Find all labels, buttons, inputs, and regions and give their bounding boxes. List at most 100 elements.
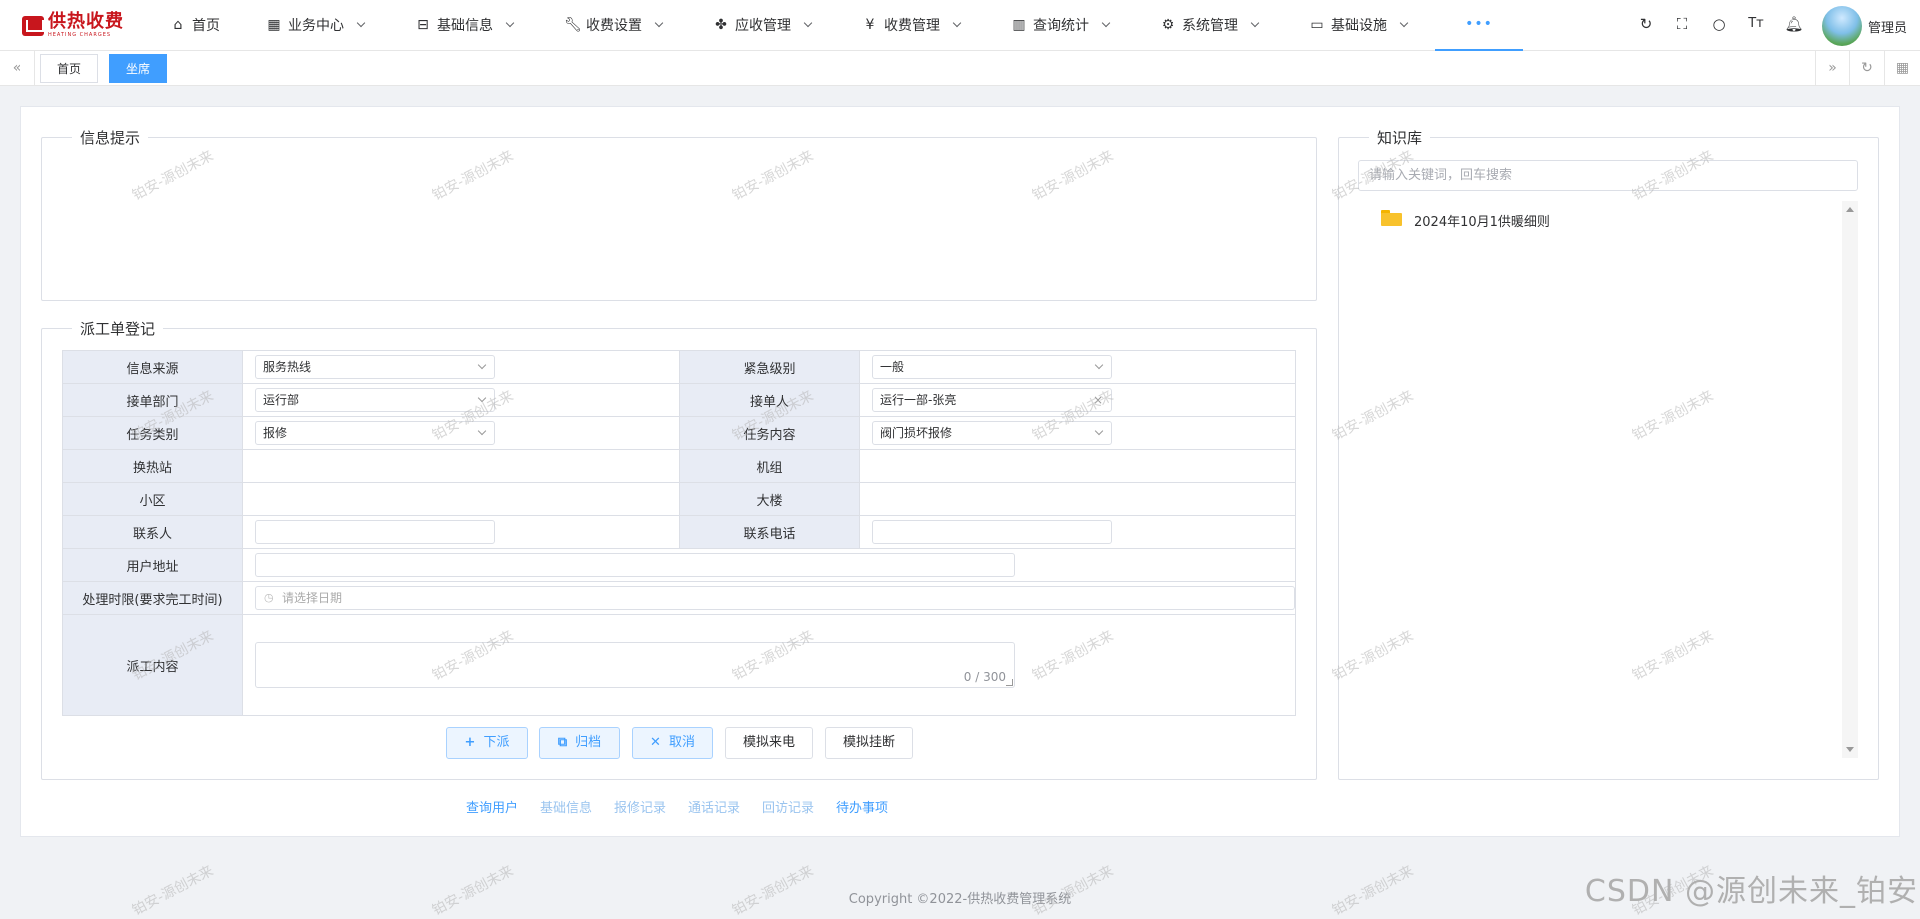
gear-icon: ⚙ [1161,17,1175,33]
tag-seat[interactable]: 坐席 [109,54,168,83]
logo-icon [22,15,44,36]
knowledge-scrollbar[interactable] [1842,201,1858,758]
tag-refresh-icon[interactable]: ↻ [1850,51,1885,85]
nav-charge-management[interactable]: ¥ 收费管理 [862,0,962,50]
app-logo[interactable]: 供热收费 HEATING CHARGES [22,13,124,38]
yen-icon: ¥ [865,17,875,33]
inbox-icon: ⊟ [417,17,429,33]
phone-input[interactable] [872,520,1112,544]
building-value [859,482,1296,516]
avatar[interactable] [1822,6,1862,46]
nav-system-management[interactable]: ⚙ 系统管理 [1160,0,1260,50]
task-type-select[interactable]: 报修 [255,421,495,445]
link-todo[interactable]: 待办事项 [836,797,888,816]
phone-label: 联系电话 [679,515,860,549]
contact-input[interactable] [255,520,495,544]
dept-value: 运行部 [263,393,300,407]
chevron-down-icon [803,18,813,28]
chevron-down-icon [477,393,487,403]
nav-label: 应收管理 [735,18,791,34]
nav-label: 查询统计 [1033,18,1089,34]
bar-chart-icon: ▥ [1012,17,1026,33]
dispatch-form: 信息来源 服务热线 紧急级别 一般 接单部门 运行部 接单人 运行一部-张亮 × … [62,350,1296,716]
nav-charge-settings[interactable]: 🔧︎ 收费设置 [564,0,664,50]
task-content-select[interactable]: 阀门损坏报修 [872,421,1112,445]
community-value [242,482,680,516]
chevron-down-icon [505,18,515,28]
scroll-down-icon[interactable] [1846,747,1854,752]
bell-icon[interactable]: 🔔︎ [1784,14,1804,34]
fullscreen-icon[interactable]: ⛶ [1672,14,1692,34]
leaf-icon: ✤ [715,17,727,33]
refresh-icon[interactable]: ↻ [1636,14,1656,34]
scroll-up-icon[interactable] [1846,207,1854,212]
receiver-value: 运行一部-张亮 [880,393,957,407]
urgency-value: 一般 [880,360,905,374]
station-label: 换热站 [62,449,243,483]
building-label: 大楼 [679,482,860,516]
csdn-watermark: CSDN @源创未来_铂安 [1584,874,1918,909]
task-type-label: 任务类别 [62,416,243,450]
address-label: 用户地址 [62,548,243,582]
logo-title: 供热收费 [48,11,124,32]
clear-icon[interactable]: × [1093,389,1103,411]
simulate-hangup-button[interactable]: 模拟挂断 [825,727,913,759]
nav-basic-info[interactable]: ⊟ 基础信息 [415,0,515,50]
nav-label: 基础设施 [1331,18,1387,34]
deadline-placeholder: 请选择日期 [282,591,343,605]
source-select[interactable]: 服务热线 [255,355,495,379]
link-visit-records[interactable]: 回访记录 [762,797,814,816]
nav-more-button[interactable]: ••• [1435,0,1523,51]
nav-label: 系统管理 [1182,18,1238,34]
content-textarea[interactable]: 0 / 300 [255,642,1015,688]
link-query-user[interactable]: 查询用户 [466,797,518,816]
archive-button[interactable]: ⧉ 归档 [539,727,620,759]
dispatch-button[interactable]: + 下派 [446,727,528,759]
receiver-label: 接单人 [679,383,860,417]
nav-home[interactable]: ⌂ 首页 [170,0,220,50]
nav-infrastructure[interactable]: ▭ 基础设施 [1309,0,1409,50]
nav-label: 收费管理 [884,18,940,34]
link-call-records[interactable]: 通话记录 [688,797,740,816]
task-content-label: 任务内容 [679,416,860,450]
nav-query-stats[interactable]: ▥ 查询统计 [1011,0,1111,50]
knowledge-search-input[interactable]: 请输入关键词，回车搜索 [1358,160,1858,191]
content-label: 派工内容 [62,614,243,716]
tags-scroll-right-icon[interactable]: » [1815,51,1850,85]
address-input[interactable] [255,553,1015,577]
resize-handle[interactable] [1006,679,1013,686]
nav-business-center[interactable]: ▦ 业务中心 [266,0,366,50]
clock-icon: ◷ [264,591,274,604]
station-value [242,449,680,483]
unit-label: 机组 [679,449,860,483]
copy-icon: ⧉ [557,735,568,750]
close-icon: ✕ [650,735,661,750]
chevron-down-icon [477,360,487,370]
nav-label: 收费设置 [586,18,642,34]
font-size-icon[interactable]: Tт [1746,14,1766,34]
tags-bar: « 首页 坐席 » ↻ ▦ [0,51,1920,86]
tag-home[interactable]: 首页 [40,54,99,83]
user-name[interactable]: 管理员 [1868,17,1907,36]
link-basic-info[interactable]: 基础信息 [540,797,592,816]
receiver-select[interactable]: 运行一部-张亮 × [872,388,1112,412]
nav-label: 业务中心 [288,18,344,34]
tag-menu-icon[interactable]: ▦ [1885,51,1920,85]
urgency-select[interactable]: 一般 [872,355,1112,379]
simulate-call-button[interactable]: 模拟来电 [725,727,813,759]
cancel-button[interactable]: ✕ 取消 [632,727,713,759]
info-box-title: 信息提示 [80,129,141,147]
grid-icon: ▦ [267,17,281,33]
chevron-down-icon [356,18,366,28]
knowledge-item[interactable]: 2024年10月1供暖细则 [1414,211,1550,230]
contact-label: 联系人 [62,515,243,549]
nav-receivables[interactable]: ✤ 应收管理 [713,0,813,50]
task-content-value: 阀门损坏报修 [880,426,953,440]
deadline-date-picker[interactable]: ◷ 请选择日期 [255,586,1295,610]
link-repair-records[interactable]: 报修记录 [614,797,666,816]
community-label: 小区 [62,482,243,516]
chevron-down-icon [654,18,664,28]
tags-scroll-left-icon[interactable]: « [0,51,35,85]
dept-select[interactable]: 运行部 [255,388,495,412]
search-icon[interactable]: ○ [1709,14,1729,34]
